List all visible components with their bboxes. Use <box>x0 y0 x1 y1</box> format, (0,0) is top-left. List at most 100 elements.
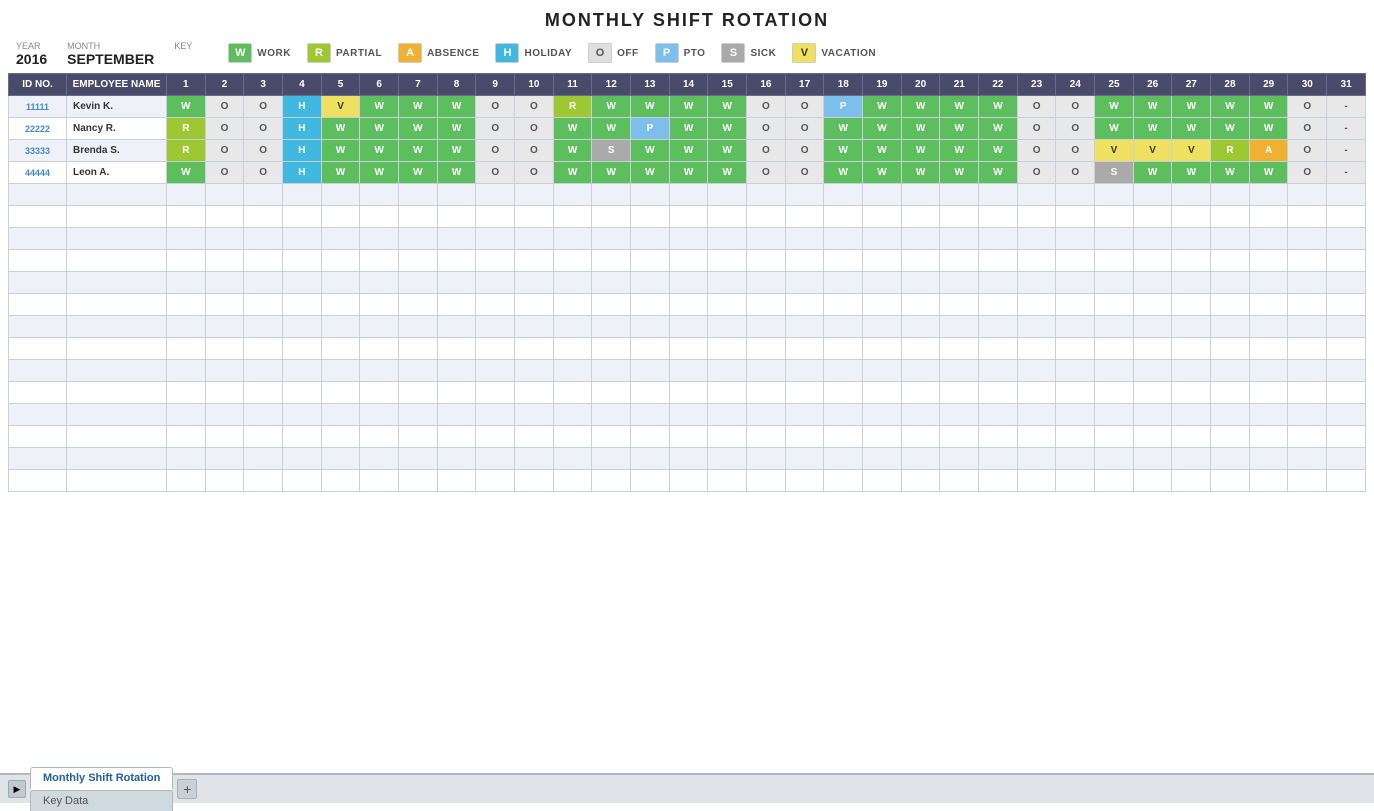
cell-day-30[interactable]: O <box>1288 162 1327 184</box>
cell-day-29[interactable]: W <box>1249 118 1288 140</box>
cell-day-25[interactable]: W <box>1095 118 1134 140</box>
tab-nav-left[interactable]: ▶ <box>8 780 26 798</box>
cell-day-4[interactable]: H <box>283 140 322 162</box>
cell-day-18[interactable]: P <box>824 96 863 118</box>
cell-day-15[interactable]: W <box>708 140 747 162</box>
cell-day-21[interactable]: W <box>940 140 979 162</box>
cell-day-27[interactable]: W <box>1172 118 1211 140</box>
cell-day-2[interactable]: O <box>205 162 244 184</box>
cell-day-23[interactable]: O <box>1017 162 1056 184</box>
cell-day-26[interactable]: W <box>1133 96 1172 118</box>
cell-day-25[interactable]: W <box>1095 96 1134 118</box>
cell-day-1[interactable]: W <box>167 162 206 184</box>
cell-day-1[interactable]: R <box>167 140 206 162</box>
cell-day-8[interactable]: W <box>437 118 476 140</box>
cell-day-22[interactable]: W <box>979 140 1018 162</box>
cell-day-13[interactable]: P <box>631 118 670 140</box>
cell-day-18[interactable]: W <box>824 118 863 140</box>
cell-day-20[interactable]: W <box>901 118 940 140</box>
cell-day-8[interactable]: W <box>437 96 476 118</box>
cell-day-13[interactable]: W <box>631 96 670 118</box>
cell-day-6[interactable]: W <box>360 140 399 162</box>
cell-day-30[interactable]: O <box>1288 118 1327 140</box>
cell-day-11[interactable]: R <box>553 96 592 118</box>
cell-day-2[interactable]: O <box>205 96 244 118</box>
cell-day-6[interactable]: W <box>360 96 399 118</box>
cell-day-9[interactable]: O <box>476 140 515 162</box>
cell-day-15[interactable]: W <box>708 162 747 184</box>
add-tab-button[interactable]: + <box>177 779 197 799</box>
cell-day-24[interactable]: O <box>1056 96 1095 118</box>
cell-day-5[interactable]: W <box>321 140 360 162</box>
cell-day-19[interactable]: W <box>863 140 902 162</box>
cell-day-22[interactable]: W <box>979 162 1018 184</box>
cell-day-11[interactable]: W <box>553 162 592 184</box>
cell-day-31[interactable]: - <box>1327 162 1366 184</box>
cell-day-31[interactable]: - <box>1327 140 1366 162</box>
tab-key-data[interactable]: Key Data <box>30 790 173 811</box>
cell-day-18[interactable]: W <box>824 162 863 184</box>
cell-day-17[interactable]: O <box>785 140 824 162</box>
cell-day-28[interactable]: W <box>1211 96 1250 118</box>
cell-day-26[interactable]: V <box>1133 140 1172 162</box>
cell-day-14[interactable]: W <box>669 140 708 162</box>
cell-day-27[interactable]: W <box>1172 96 1211 118</box>
cell-day-3[interactable]: O <box>244 96 283 118</box>
cell-day-7[interactable]: W <box>399 162 438 184</box>
cell-day-12[interactable]: W <box>592 118 631 140</box>
cell-day-27[interactable]: V <box>1172 140 1211 162</box>
cell-day-29[interactable]: W <box>1249 96 1288 118</box>
cell-day-7[interactable]: W <box>399 96 438 118</box>
cell-day-2[interactable]: O <box>205 118 244 140</box>
cell-day-9[interactable]: O <box>476 96 515 118</box>
cell-day-25[interactable]: V <box>1095 140 1134 162</box>
cell-day-21[interactable]: W <box>940 118 979 140</box>
cell-day-12[interactable]: W <box>592 162 631 184</box>
cell-day-19[interactable]: W <box>863 118 902 140</box>
cell-day-7[interactable]: W <box>399 140 438 162</box>
cell-day-3[interactable]: O <box>244 118 283 140</box>
cell-day-30[interactable]: O <box>1288 96 1327 118</box>
cell-day-9[interactable]: O <box>476 162 515 184</box>
cell-day-5[interactable]: W <box>321 118 360 140</box>
cell-day-23[interactable]: O <box>1017 140 1056 162</box>
cell-day-4[interactable]: H <box>283 96 322 118</box>
cell-day-5[interactable]: W <box>321 162 360 184</box>
cell-day-16[interactable]: O <box>747 96 786 118</box>
cell-day-23[interactable]: O <box>1017 96 1056 118</box>
cell-day-24[interactable]: O <box>1056 162 1095 184</box>
cell-day-4[interactable]: H <box>283 162 322 184</box>
cell-day-23[interactable]: O <box>1017 118 1056 140</box>
cell-day-8[interactable]: W <box>437 162 476 184</box>
cell-day-30[interactable]: O <box>1288 140 1327 162</box>
cell-day-31[interactable]: - <box>1327 96 1366 118</box>
tab-monthly-shift-rotation[interactable]: Monthly Shift Rotation <box>30 767 173 790</box>
cell-day-14[interactable]: W <box>669 162 708 184</box>
cell-day-26[interactable]: W <box>1133 118 1172 140</box>
cell-day-14[interactable]: W <box>669 96 708 118</box>
cell-day-25[interactable]: S <box>1095 162 1134 184</box>
cell-day-4[interactable]: H <box>283 118 322 140</box>
sheet-wrapper[interactable]: ID NO.EMPLOYEE NAME123456789101112131415… <box>0 73 1374 773</box>
cell-day-28[interactable]: W <box>1211 118 1250 140</box>
cell-day-10[interactable]: O <box>515 96 554 118</box>
cell-day-7[interactable]: W <box>399 118 438 140</box>
cell-day-1[interactable]: W <box>167 96 206 118</box>
cell-day-27[interactable]: W <box>1172 162 1211 184</box>
cell-day-10[interactable]: O <box>515 162 554 184</box>
cell-day-22[interactable]: W <box>979 96 1018 118</box>
cell-day-29[interactable]: A <box>1249 140 1288 162</box>
cell-day-17[interactable]: O <box>785 118 824 140</box>
cell-day-18[interactable]: W <box>824 140 863 162</box>
cell-day-20[interactable]: W <box>901 96 940 118</box>
cell-day-17[interactable]: O <box>785 162 824 184</box>
cell-day-24[interactable]: O <box>1056 118 1095 140</box>
cell-day-5[interactable]: V <box>321 96 360 118</box>
cell-day-13[interactable]: W <box>631 140 670 162</box>
cell-day-10[interactable]: O <box>515 118 554 140</box>
cell-day-1[interactable]: R <box>167 118 206 140</box>
cell-day-26[interactable]: W <box>1133 162 1172 184</box>
cell-day-13[interactable]: W <box>631 162 670 184</box>
cell-day-16[interactable]: O <box>747 140 786 162</box>
cell-day-10[interactable]: O <box>515 140 554 162</box>
